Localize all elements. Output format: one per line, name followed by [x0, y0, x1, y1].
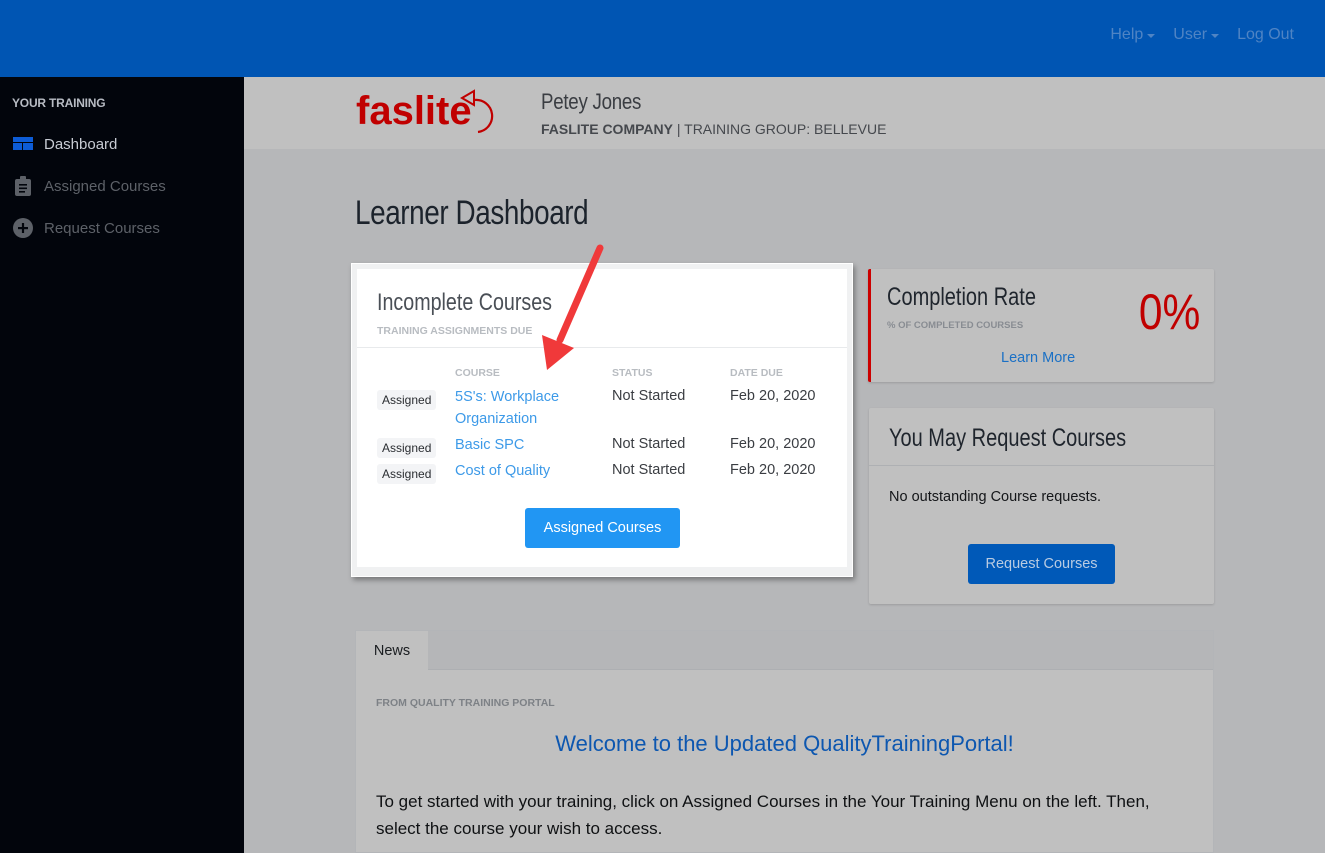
user-name: Petey Jones	[541, 89, 642, 114]
faslite-logo[interactable]: faslite	[356, 86, 506, 141]
logout-label: Log Out	[1237, 26, 1294, 43]
course-due-date: Feb 20, 2020	[730, 388, 816, 404]
caret-down-icon	[1147, 34, 1156, 38]
course-due-date: Feb 20, 2020	[730, 462, 816, 478]
help-label: Help	[1110, 26, 1144, 43]
user-organization: FASLITE COMPANY | TRAINING GROUP: BELLEV…	[541, 121, 886, 137]
news-body: To get started with your training, click…	[376, 792, 1150, 838]
top-navbar: Help User Log Out	[0, 0, 1325, 77]
divider	[869, 465, 1214, 466]
news-tab-bar	[356, 631, 1213, 670]
sidebar-item-label: Dashboard	[44, 135, 118, 153]
card-title: Incomplete Courses	[377, 289, 553, 316]
course-link[interactable]: Cost of Quality	[455, 460, 585, 482]
completion-rate-card: Completion Rate % OF COMPLETED COURSES 0…	[868, 269, 1214, 382]
course-status: Not Started	[612, 436, 686, 452]
logo-swoosh-icon	[473, 98, 494, 134]
sidebar-item-request-courses[interactable]: Request Courses	[13, 218, 160, 238]
sidebar-item-dashboard[interactable]: Dashboard	[13, 134, 117, 154]
assigned-courses-button[interactable]: Assigned Courses	[525, 508, 680, 548]
help-menu[interactable]: Help	[1110, 26, 1156, 44]
sidebar: YOUR TRAINING Dashboard Assigned Courses…	[0, 77, 244, 853]
annotation-arrow-icon	[530, 240, 610, 385]
card-title: You May Request Courses	[889, 424, 1127, 452]
news-heading: Welcome to the Updated QualityTrainingPo…	[555, 731, 1014, 756]
card-subtitle: % OF COMPLETED COURSES	[887, 320, 1024, 331]
logout-link[interactable]: Log Out	[1237, 26, 1294, 44]
card-subtitle: TRAINING ASSIGNMENTS DUE	[377, 325, 533, 337]
company-name: FASLITE COMPANY	[541, 121, 673, 137]
completion-rate-value: 0%	[1138, 284, 1200, 340]
clipboard-icon	[13, 176, 33, 196]
tab-news[interactable]: News	[356, 631, 428, 671]
sidebar-item-assigned-courses[interactable]: Assigned Courses	[13, 176, 166, 196]
course-due-date: Feb 20, 2020	[730, 436, 816, 452]
request-courses-card: You May Request Courses No outstanding C…	[869, 408, 1214, 604]
page-title: Learner Dashboard	[355, 194, 589, 232]
column-header-due: DATE DUE	[730, 367, 783, 379]
request-status-text: No outstanding Course requests.	[889, 489, 1101, 505]
sidebar-title: YOUR TRAINING	[12, 96, 106, 110]
request-courses-button[interactable]: Request Courses	[968, 544, 1115, 584]
org-separator: |	[672, 121, 685, 137]
sidebar-item-label: Assigned Courses	[44, 177, 166, 195]
column-header-status: STATUS	[612, 367, 653, 379]
plus-circle-icon	[13, 218, 33, 238]
course-status: Not Started	[612, 388, 686, 404]
user-menu[interactable]: User	[1173, 26, 1220, 44]
column-header-course: COURSE	[455, 367, 500, 379]
top-nav-menu: Help User Log Out	[1110, 26, 1294, 44]
user-label: User	[1173, 26, 1208, 43]
card-title: Completion Rate	[887, 283, 1036, 311]
status-badge: Assigned	[377, 464, 437, 484]
training-group: TRAINING GROUP: BELLEVUE	[684, 121, 887, 137]
status-badge: Assigned	[377, 390, 437, 410]
dashboard-icon	[13, 134, 33, 154]
news-source: FROM QUALITY TRAINING PORTAL	[376, 697, 555, 709]
status-badge: Assigned	[377, 438, 437, 458]
caret-down-icon	[1211, 34, 1220, 38]
sidebar-item-label: Request Courses	[44, 219, 160, 237]
learn-more-link[interactable]: Learn More	[1001, 350, 1075, 366]
course-link[interactable]: 5S's: Workplace Organization	[455, 386, 585, 430]
course-link[interactable]: Basic SPC	[455, 434, 585, 456]
logo-text: faslite	[356, 89, 472, 133]
news-panel: News FROM QUALITY TRAINING PORTAL Welcom…	[355, 630, 1214, 853]
course-status: Not Started	[612, 462, 686, 478]
